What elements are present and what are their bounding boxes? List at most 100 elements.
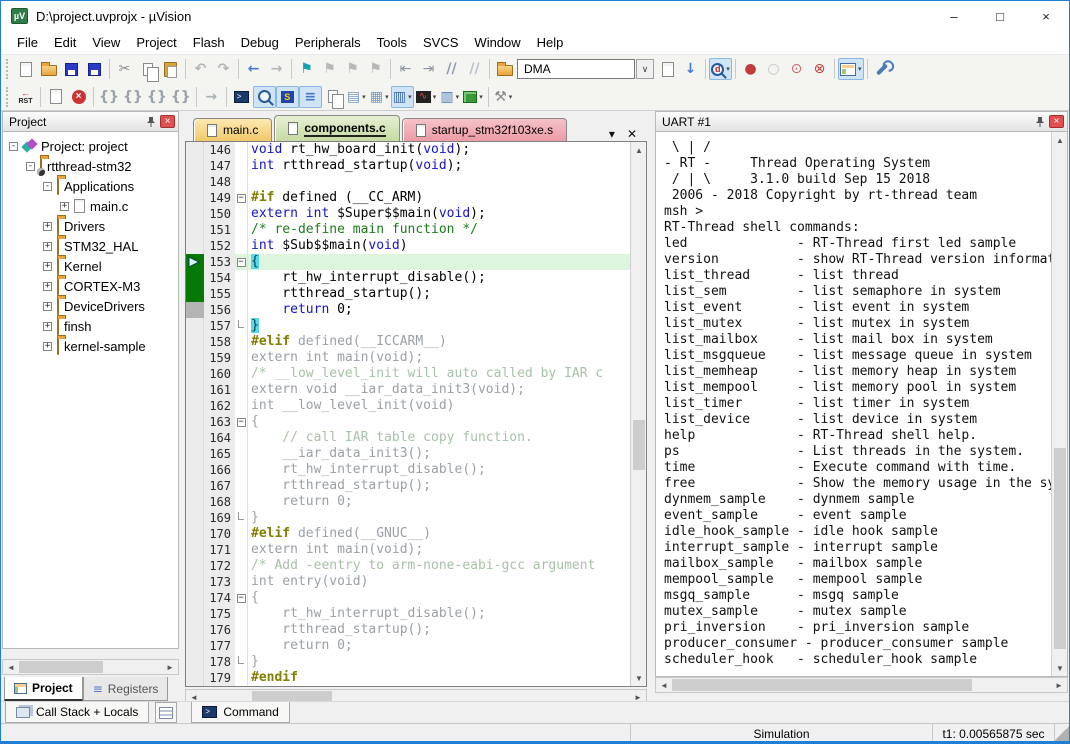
code-line[interactable]: 147int rtthread_startup(void); xyxy=(204,158,630,174)
tree-item-rtthread-stm32[interactable]: -rtthread-stm32 xyxy=(3,156,178,176)
uart-vscrollbar[interactable]: ▲ ▼ xyxy=(1051,132,1067,676)
step-out-icon[interactable]: {} xyxy=(145,86,169,108)
save-icon[interactable] xyxy=(60,58,83,80)
system-viewer-icon[interactable]: ▥▾ xyxy=(438,86,461,108)
redo-icon[interactable]: ↷ xyxy=(212,58,235,80)
memory-window-icon[interactable]: ▦▾ xyxy=(368,86,391,108)
tree-expander-icon[interactable]: - xyxy=(26,162,35,171)
code-line[interactable]: 163−{ xyxy=(204,414,630,430)
registers-window-icon[interactable]: ≡ xyxy=(299,86,322,108)
disassembly-window-icon[interactable] xyxy=(253,86,276,108)
start-stop-debug-icon[interactable]: d▾ xyxy=(709,58,732,80)
tree-item-stm32-hal[interactable]: +STM32_HAL xyxy=(3,236,178,256)
editor-gutter[interactable] xyxy=(186,142,204,686)
dropdown-arrow-icon[interactable]: ▾ xyxy=(362,93,366,101)
close-icon[interactable]: × xyxy=(160,115,175,128)
code-line[interactable]: 168 return 0; xyxy=(204,494,630,510)
code-line[interactable]: 155 rtthread_startup(); xyxy=(204,286,630,302)
code-line[interactable]: 179#endif xyxy=(204,670,630,686)
editor-tab-main-c[interactable]: main.c xyxy=(193,118,272,141)
undo-icon[interactable]: ↶ xyxy=(189,58,212,80)
step-into-icon[interactable]: {} xyxy=(97,86,121,108)
dropdown-arrow-icon[interactable]: ▾ xyxy=(509,93,513,101)
cut-icon[interactable]: ✂ xyxy=(113,58,136,80)
find-in-files-icon[interactable] xyxy=(493,58,516,80)
scroll-thumb[interactable] xyxy=(672,679,972,691)
tree-item-finsh[interactable]: +finsh xyxy=(3,316,178,336)
menu-item-edit[interactable]: Edit xyxy=(46,32,84,53)
code-line[interactable]: 174−{ xyxy=(204,590,630,606)
scroll-thumb[interactable] xyxy=(19,661,103,673)
tree-expander-icon[interactable]: + xyxy=(43,342,52,351)
menu-item-svcs[interactable]: SVCS xyxy=(415,32,466,53)
maximize-button[interactable]: □ xyxy=(977,1,1023,31)
configure-target-icon[interactable] xyxy=(871,58,894,80)
search-combo-input[interactable]: DMA xyxy=(517,59,635,79)
code-line[interactable]: 166 rt_hw_interrupt_disable(); xyxy=(204,462,630,478)
menu-item-window[interactable]: Window xyxy=(466,32,528,53)
scroll-thumb[interactable] xyxy=(1054,448,1066,649)
editor-tab-components-c[interactable]: components.c xyxy=(274,115,399,141)
code-line[interactable]: 148 xyxy=(204,174,630,190)
toolbox-icon[interactable]: ▾ xyxy=(461,86,485,108)
tree-expander-icon[interactable]: + xyxy=(43,322,52,331)
code-line[interactable]: 152int $Sub$$main(void) xyxy=(204,238,630,254)
code-line[interactable]: 160/* __low_level_init will auto called … xyxy=(204,366,630,382)
dropdown-arrow-icon[interactable]: ▾ xyxy=(433,93,437,101)
code-line[interactable]: 170#elif defined(__GNUC__) xyxy=(204,526,630,542)
menu-item-view[interactable]: View xyxy=(84,32,128,53)
code-line[interactable]: 175 rt_hw_interrupt_disable(); xyxy=(204,606,630,622)
tree-expander-icon[interactable]: + xyxy=(43,242,52,251)
tab-close-icon[interactable]: ✕ xyxy=(627,127,637,141)
code-editor[interactable]: 146void rt_hw_board_init(void);147int rt… xyxy=(185,141,647,687)
reset-cpu-icon[interactable]: ←RST xyxy=(14,86,37,108)
code-line[interactable]: 178} xyxy=(204,654,630,670)
menu-item-file[interactable]: File xyxy=(9,32,46,53)
tree-expander-icon[interactable]: - xyxy=(43,182,52,191)
code-line[interactable]: 173int entry(void) xyxy=(204,574,630,590)
tree-expander-icon[interactable]: - xyxy=(9,142,18,151)
tree-item-kernel-sample[interactable]: +kernel-sample xyxy=(3,336,178,356)
code-line[interactable]: 146void rt_hw_board_init(void); xyxy=(204,142,630,158)
fold-collapse-icon[interactable]: − xyxy=(237,258,246,267)
menu-item-debug[interactable]: Debug xyxy=(233,32,287,53)
paste-icon[interactable] xyxy=(159,58,182,80)
call-stack-window-icon[interactable] xyxy=(322,86,345,108)
minimize-button[interactable]: – xyxy=(931,1,977,31)
toolbar-grip[interactable] xyxy=(6,87,10,107)
code-line[interactable]: 162int __low_level_init(void) xyxy=(204,398,630,414)
tree-item-applications[interactable]: -Applications xyxy=(3,176,178,196)
find-in-files-doc-icon[interactable] xyxy=(656,58,679,80)
dropdown-arrow-icon[interactable]: ▾ xyxy=(385,93,389,101)
code-line[interactable]: 157} xyxy=(204,318,630,334)
tree-item-devicedrivers[interactable]: +DeviceDrivers xyxy=(3,296,178,316)
code-line[interactable]: 153−{ xyxy=(204,254,630,270)
command-tab[interactable]: > Command xyxy=(191,702,289,723)
callstack-tab[interactable]: Call Stack + Locals xyxy=(5,702,149,723)
disable-breakpoint-icon[interactable]: ○ xyxy=(762,58,785,80)
tree-item-kernel[interactable]: +Kernel xyxy=(3,256,178,276)
step-over-icon[interactable]: {} xyxy=(121,86,145,108)
scroll-up-icon[interactable]: ▲ xyxy=(1052,133,1068,147)
panel-tab-registers[interactable]: ≡Registers xyxy=(83,677,169,701)
tree-item-drivers[interactable]: +Drivers xyxy=(3,216,178,236)
save-all-icon[interactable] xyxy=(83,58,106,80)
pin-icon[interactable] xyxy=(146,116,156,128)
close-button[interactable]: × xyxy=(1023,1,1069,31)
disable-all-breakpoints-icon[interactable]: ⊙ xyxy=(785,58,808,80)
code-line[interactable]: 164 // call IAR table copy function. xyxy=(204,430,630,446)
code-line[interactable]: 154 rt_hw_interrupt_disable(); xyxy=(204,270,630,286)
tree-expander-icon[interactable]: + xyxy=(43,262,52,271)
code-line[interactable]: 171extern int main(void); xyxy=(204,542,630,558)
scroll-up-icon[interactable]: ▲ xyxy=(631,143,647,157)
comment-icon[interactable]: // xyxy=(440,58,463,80)
close-icon[interactable]: × xyxy=(1049,115,1064,128)
code-line[interactable]: 151/* re-define main function */ xyxy=(204,222,630,238)
toolbar-grip[interactable] xyxy=(6,59,10,79)
tree-item-main-c[interactable]: +main.c xyxy=(3,196,178,216)
code-line[interactable]: 172/* Add -eentry to arm-none-eabi-gcc a… xyxy=(204,558,630,574)
tree-expander-icon[interactable]: + xyxy=(43,282,52,291)
code-line[interactable]: 161extern void __iar_data_init3(void); xyxy=(204,382,630,398)
logic-analyzer-icon[interactable]: ∿▾ xyxy=(414,86,439,108)
serial-window-icon[interactable]: ▥▾ xyxy=(391,86,414,108)
